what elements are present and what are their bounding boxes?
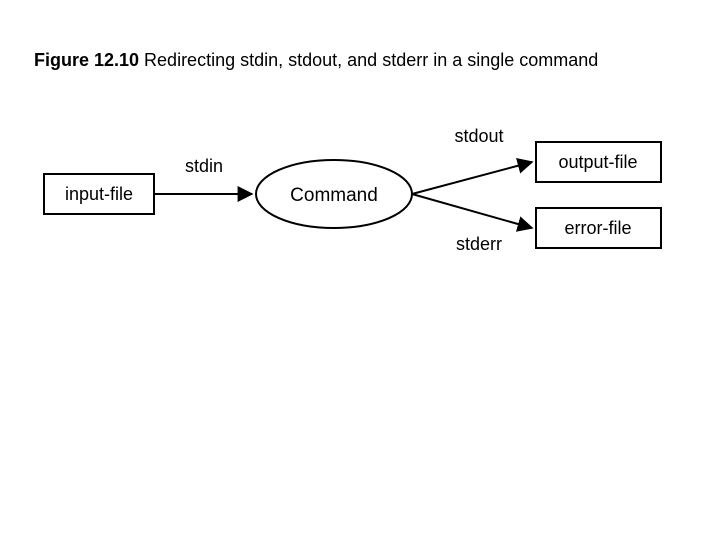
figure-number: Figure 12.10	[34, 50, 139, 70]
stderr-label: stderr	[456, 234, 502, 254]
output-file-label: output-file	[558, 152, 637, 172]
command-label: Command	[290, 185, 378, 206]
stdout-label: stdout	[454, 126, 503, 146]
stderr-arrow	[412, 194, 532, 228]
error-file-label: error-file	[564, 218, 631, 238]
stdout-arrow	[412, 162, 532, 194]
figure-caption: Figure 12.10 Redirecting stdin, stdout, …	[34, 50, 598, 71]
input-file-label: input-file	[65, 184, 133, 204]
stdin-label: stdin	[185, 156, 223, 176]
redirection-diagram: input-file stdin Command stdout output-f…	[34, 120, 694, 300]
figure-title: Redirecting stdin, stdout, and stderr in…	[139, 50, 598, 70]
